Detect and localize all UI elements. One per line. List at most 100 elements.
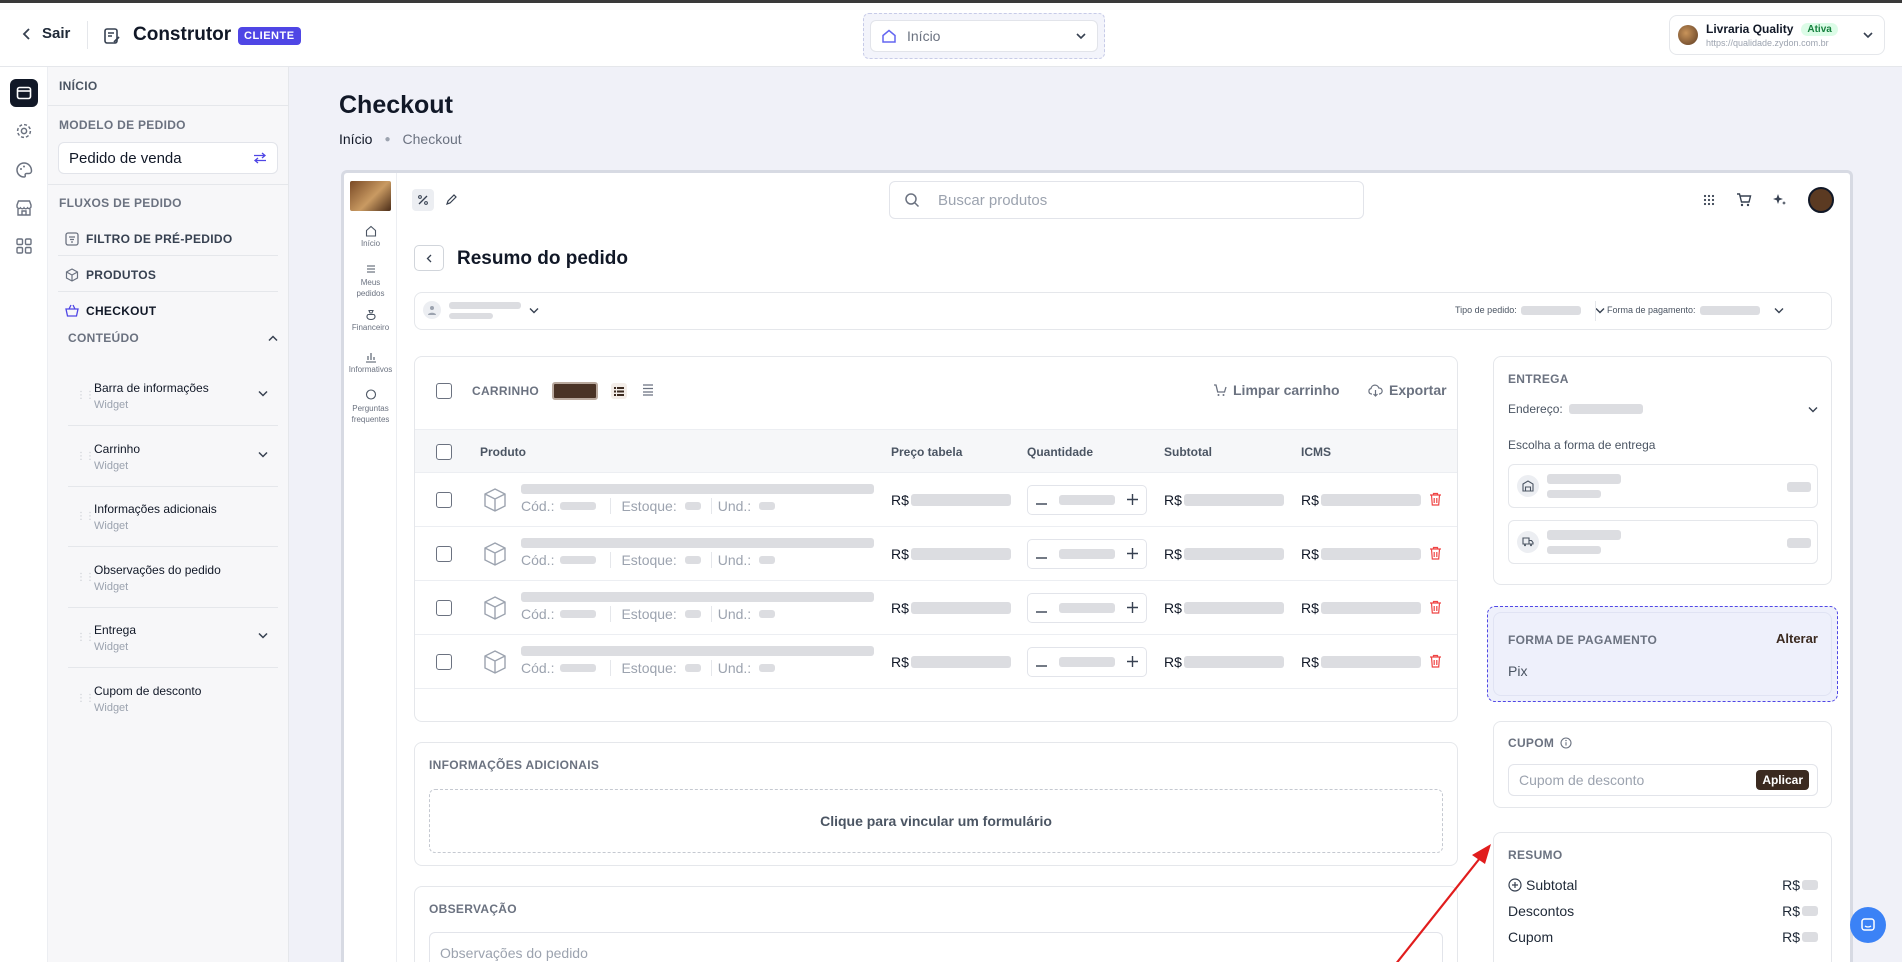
column-price: Preço tabela [891,445,963,459]
widget-item-info-bar[interactable]: ⋮⋮ Barra de informações Widget [68,368,278,426]
product-meta: Cód.: Estoque: Und.: [521,552,776,568]
store-nav-home[interactable]: Início [344,225,397,248]
payment-change-button[interactable]: Alterar [1776,631,1818,646]
customer-selector[interactable] [423,301,539,319]
coupon-apply-button[interactable]: Aplicar [1756,770,1809,790]
widget-item-coupon[interactable]: ⋮⋮ Cupom de desconto Widget [68,671,278,729]
flow-item-products[interactable]: PRODUTOS [58,258,278,292]
compact-view-icon[interactable] [643,384,653,399]
drag-handle-icon[interactable]: ⋮⋮ [76,390,95,401]
coupon-input[interactable]: Cupom de desconto Aplicar [1508,764,1818,796]
drag-handle-icon[interactable]: ⋮⋮ [76,572,95,583]
plus-circle-icon[interactable] [1508,878,1522,892]
order-notes-textarea[interactable]: Observações do pedido [429,932,1443,962]
flow-item-checkout[interactable]: CHECKOUT [58,294,278,328]
sparkle-icon[interactable] [1772,192,1788,208]
store-selector[interactable]: Livraria Quality Ativa https://qualidade… [1669,15,1885,55]
content-section-toggle[interactable]: CONTEÚDO [68,331,278,345]
user-avatar[interactable] [1808,187,1834,213]
payment-form-selector[interactable]: Forma de pagamento: [1607,305,1784,315]
icms-cell: R$ [1301,546,1421,562]
link-form-button[interactable]: Clique para vincular um formulário [429,789,1443,853]
minus-icon[interactable] [1036,655,1047,670]
chat-widget-button[interactable] [1850,907,1886,943]
quantity-stepper[interactable] [1027,647,1147,677]
plus-icon[interactable] [1127,655,1138,670]
chevron-down-icon[interactable] [258,390,268,397]
sidebar-home[interactable]: INÍCIO [59,79,97,93]
breadcrumb-home[interactable]: Início [339,131,372,147]
store-nav-finance[interactable]: Financeiro [344,309,397,332]
chevron-down-icon[interactable] [258,451,268,458]
info-icon[interactable] [1560,737,1572,749]
plus-icon[interactable] [1127,547,1138,562]
back-button[interactable]: Sair [22,25,70,42]
delivery-option-pickup[interactable] [1508,464,1818,508]
trash-icon[interactable] [1429,600,1442,617]
rail-theme-button[interactable] [12,158,36,182]
minus-icon[interactable] [1036,601,1047,616]
quantity-stepper[interactable] [1027,539,1147,569]
order-model-select[interactable]: Pedido de venda [58,142,278,174]
clear-cart-button[interactable]: Limpar carrinho [1213,382,1340,398]
price-cell: R$ [891,492,1011,508]
product-unit-label: Und.: [717,552,752,568]
row-checkbox[interactable] [436,546,452,562]
row-checkbox[interactable] [436,492,452,508]
store-nav-faq[interactable]: Perguntas frequentes [344,389,397,425]
drag-handle-icon[interactable]: ⋮⋮ [76,693,95,704]
list-view-icon[interactable] [611,383,627,399]
breadcrumb: Início ● Checkout [339,131,462,147]
minus-icon[interactable] [1036,493,1047,508]
trash-icon[interactable] [1429,492,1442,509]
row-checkbox[interactable] [436,654,452,670]
delivery-option-shipping[interactable] [1508,520,1818,564]
widget-item-additional-info[interactable]: ⋮⋮ Informações adicionais Widget [68,489,278,547]
column-subtotal: Subtotal [1164,445,1212,459]
order-type-selector[interactable]: Tipo de pedido: [1455,305,1605,315]
store-nav-news[interactable]: Informativos [344,351,397,374]
store-nav-orders[interactable]: Meus pedidos [344,263,397,299]
swap-icon [253,152,267,164]
widget-item-delivery[interactable]: ⋮⋮ Entrega Widget [68,610,278,668]
row-checkbox[interactable] [436,600,452,616]
quantity-stepper[interactable] [1027,593,1147,623]
plus-icon[interactable] [1127,601,1138,616]
flow-item-pre-order-filter[interactable]: FILTRO DE PRÉ-PEDIDO [58,222,278,256]
summary-row-coupon: Cupom R$ [1508,929,1818,945]
rail-settings-button[interactable] [12,119,36,143]
drag-handle-icon[interactable]: ⋮⋮ [76,632,95,643]
plus-icon[interactable] [1127,493,1138,508]
rail-pages-button[interactable] [10,79,38,107]
cart-icon[interactable] [1736,192,1752,208]
widget-item-cart[interactable]: ⋮⋮ Carrinho Widget [68,429,278,487]
chat-bubble-icon [344,389,397,401]
delivery-card: ENTREGA Endereço: Escolha a forma de ent… [1493,356,1832,585]
quantity-stepper[interactable] [1027,485,1147,515]
select-all-checkbox[interactable] [436,383,452,399]
rail-store-button[interactable] [12,196,36,220]
store-url: https://qualidade.zydon.com.br [1706,38,1829,48]
drag-handle-icon[interactable]: ⋮⋮ [76,511,95,522]
chevron-down-icon [1862,31,1874,39]
trash-icon[interactable] [1429,546,1442,563]
page-select[interactable]: Início [870,20,1098,52]
product-search[interactable]: Buscar produtos [889,181,1364,219]
drag-handle-icon[interactable]: ⋮⋮ [76,451,95,462]
widget-item-order-notes[interactable]: ⋮⋮ Observações do pedido Widget [68,550,278,608]
back-button[interactable] [414,245,444,271]
minus-icon[interactable] [1036,547,1047,562]
cart-row: Cód.: Estoque: Und.: R$ R$ R$ [415,473,1457,527]
product-stock-label: Estoque: [621,606,677,622]
percent-icon[interactable] [412,189,434,211]
product-name-skeleton [521,592,874,602]
rail-apps-button[interactable] [12,234,36,258]
order-type-label: Tipo de pedido: [1455,305,1517,315]
pencil-icon[interactable] [440,189,462,211]
apps-grid-icon[interactable] [1702,193,1716,207]
chevron-down-icon[interactable] [258,632,268,639]
export-button[interactable]: Exportar [1368,382,1447,398]
header-checkbox[interactable] [436,444,452,460]
payment-card[interactable]: FORMA DE PAGAMENTO Alterar Pix [1493,612,1832,696]
address-selector[interactable]: Endereço: [1508,402,1818,416]
